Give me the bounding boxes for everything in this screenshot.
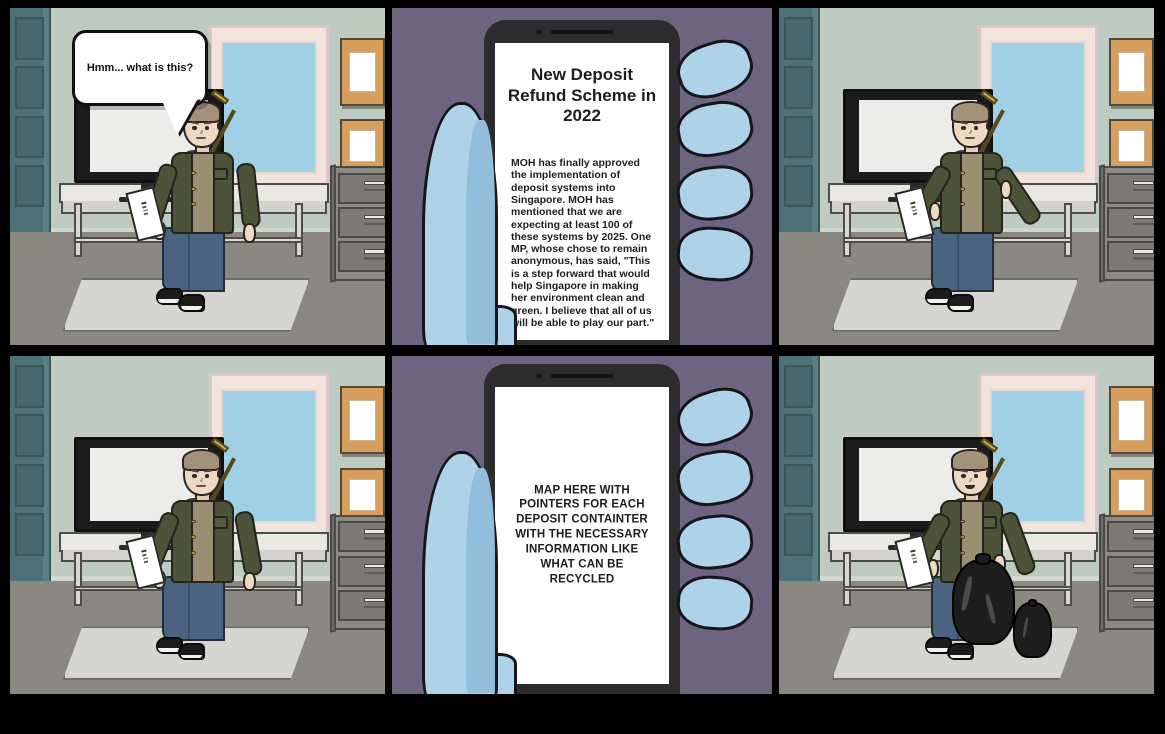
speaker-icon (551, 30, 613, 34)
phone-screen[interactable]: New Deposit Refund Scheme in 2022 MOH ha… (495, 43, 669, 340)
character (125, 437, 264, 667)
panel-bottom-left[interactable]: Unless, there is already one that is ava… (10, 356, 385, 694)
phone-scene: New Deposit Refund Scheme in 2022 MOH ha… (392, 8, 772, 345)
door-icon (779, 356, 821, 581)
camera-icon (537, 373, 542, 378)
article-body: MOH has finally approved the implementat… (511, 157, 655, 329)
map-placeholder-text: MAP HERE WITH POINTERS FOR EACH DEPOSIT … (515, 484, 649, 586)
character-head (951, 101, 991, 148)
character (125, 89, 262, 318)
filing-cabinet (1099, 164, 1154, 283)
trash-bag-floor (1013, 599, 1052, 659)
finger (674, 511, 756, 573)
room-scene (779, 356, 1154, 694)
desk-leg (73, 203, 82, 258)
finger (672, 96, 758, 163)
smartphone[interactable]: MAP HERE WITH POINTERS FOR EACH DEPOSIT … (484, 364, 680, 694)
character-torso (171, 151, 235, 234)
picture-frame (1109, 119, 1154, 174)
desk-leg (295, 203, 304, 258)
door-icon (10, 8, 52, 233)
door-icon (10, 356, 52, 581)
panel-top-center[interactable]: New Deposit Refund Scheme in 2022 MOH ha… (392, 8, 772, 345)
filing-cabinet (330, 512, 385, 632)
character (894, 437, 1052, 667)
character-arm-right (235, 161, 262, 229)
door-edge (42, 8, 50, 233)
door-panel (15, 164, 44, 208)
character-legs (162, 227, 226, 293)
picture-frame (1109, 386, 1154, 454)
picture-frame (340, 386, 385, 454)
picture-frame (340, 467, 385, 522)
hand-thumb (422, 450, 499, 694)
shoe (178, 294, 205, 312)
picture-frame (1109, 38, 1154, 106)
filing-cabinet (330, 164, 385, 283)
character-hand-right (243, 223, 256, 243)
finger (675, 224, 755, 284)
picture-frame (340, 38, 385, 106)
speech-bubble-1: Hmm... what is this? (72, 30, 208, 137)
bubble-tail (162, 97, 204, 137)
door-icon (779, 8, 821, 233)
speech-text: Hmm... what is this? (86, 61, 194, 74)
picture-frame (340, 119, 385, 174)
panel-top-right[interactable]: I mean, it is good and all, given that o… (779, 8, 1154, 345)
finger (672, 444, 758, 511)
phone-screen[interactable]: MAP HERE WITH POINTERS FOR EACH DEPOSIT … (495, 387, 669, 684)
door-panel (15, 115, 44, 159)
panel-top-left[interactable]: Hmm... what is this? (10, 8, 385, 345)
trash-bag-held (951, 553, 1015, 646)
finger (670, 379, 760, 455)
picture-frame (1109, 467, 1154, 522)
panel-bottom-center[interactable]: MAP HERE WITH POINTERS FOR EACH DEPOSIT … (392, 356, 772, 694)
storyboard: Hmm... what is this? New Deposit Refund … (0, 0, 1165, 734)
character (894, 89, 1044, 318)
door-panel (15, 66, 44, 109)
door-panel (15, 16, 44, 60)
filing-cabinet (1099, 512, 1154, 632)
finger (670, 31, 760, 107)
room-scene (779, 8, 1154, 345)
finger (674, 162, 756, 225)
phone-scene: MAP HERE WITH POINTERS FOR EACH DEPOSIT … (392, 356, 772, 694)
room-scene (10, 356, 385, 694)
hand-thumb (422, 102, 499, 345)
article-title: New Deposit Refund Scheme in 2022 (507, 65, 657, 126)
character-head (951, 449, 991, 497)
character-head (182, 449, 222, 497)
panel-bottom-right[interactable]: Oh silly me! At least now I don't have t… (779, 356, 1154, 694)
smartphone[interactable]: New Deposit Refund Scheme in 2022 MOH ha… (484, 20, 680, 345)
finger (675, 573, 755, 633)
camera-icon (537, 29, 542, 34)
speaker-icon (551, 374, 613, 378)
